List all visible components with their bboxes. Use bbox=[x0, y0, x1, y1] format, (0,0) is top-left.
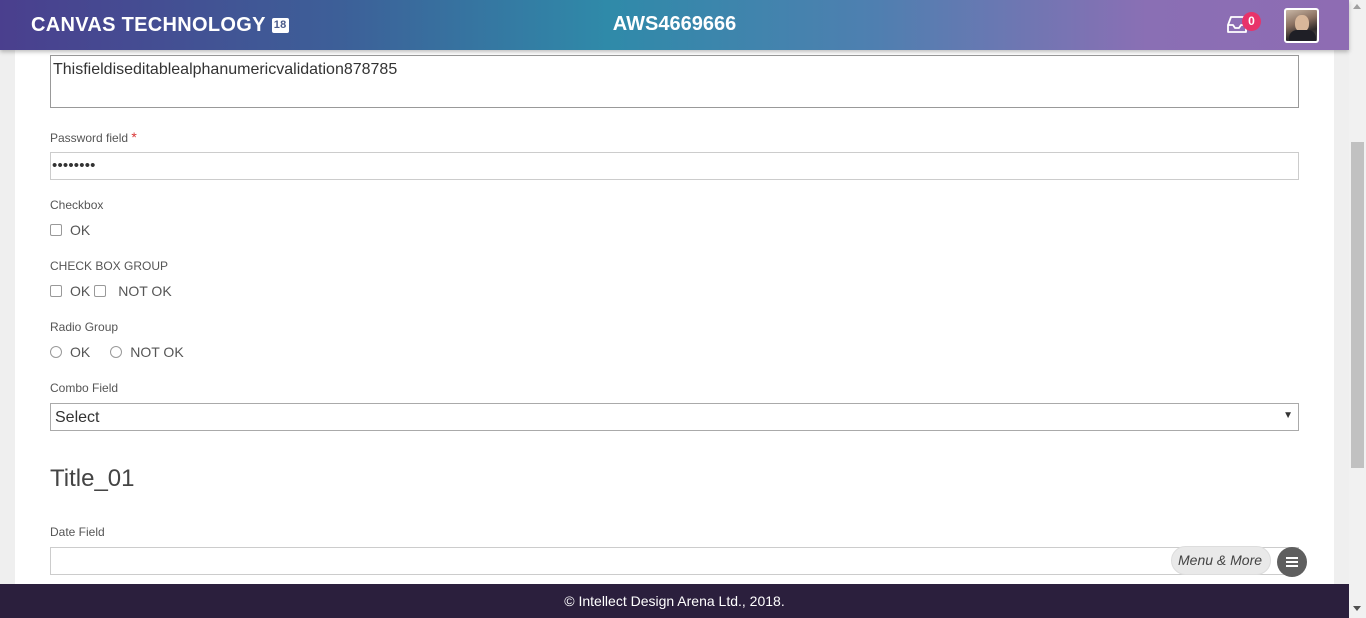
section-title: Title_01 bbox=[50, 465, 135, 492]
scrollbar-thumb[interactable] bbox=[1351, 142, 1364, 468]
checkbox-group-ok-label: OK bbox=[70, 283, 91, 299]
radio-group-label: Radio Group bbox=[50, 320, 119, 334]
combo-select[interactable]: Select ▼ bbox=[50, 403, 1299, 431]
checkbox-group-not-ok[interactable] bbox=[94, 285, 107, 297]
scroll-up-arrow-icon[interactable] bbox=[1353, 4, 1361, 9]
footer: © Intellect Design Arena Ltd., 2018. bbox=[0, 584, 1349, 618]
checkbox-ok[interactable] bbox=[50, 224, 62, 236]
app-id-title: AWS4669666 bbox=[612, 13, 737, 35]
scroll-down-arrow-icon[interactable] bbox=[1353, 606, 1361, 611]
password-label: Password field * bbox=[50, 129, 137, 145]
checkbox-label: Checkbox bbox=[50, 198, 104, 212]
checkbox-group-row: OK NOT OK bbox=[50, 283, 172, 299]
radio-ok-label: OK bbox=[70, 344, 91, 360]
radio-ok[interactable] bbox=[50, 346, 62, 358]
user-avatar[interactable] bbox=[1284, 8, 1319, 43]
date-input[interactable] bbox=[50, 547, 1299, 575]
password-label-text: Password field bbox=[50, 131, 129, 145]
date-field-label: Date Field bbox=[50, 525, 105, 539]
combo-selected-value: Select bbox=[55, 409, 100, 426]
copyright-text: © Intellect Design Arena Ltd., 2018. bbox=[564, 593, 785, 609]
radio-not-ok[interactable] bbox=[110, 346, 123, 358]
vertical-scrollbar[interactable] bbox=[1349, 0, 1366, 618]
password-input[interactable]: •••••••• bbox=[50, 152, 1299, 180]
checkbox-group-label: CHECK BOX GROUP bbox=[50, 259, 169, 273]
radio-not-ok-label: NOT OK bbox=[130, 344, 184, 360]
app-header: CANVAS TECHNOLOGY 18 AWS4669666 0 bbox=[0, 0, 1349, 50]
required-mark: * bbox=[131, 129, 137, 145]
dropdown-arrow-icon: ▼ bbox=[1283, 410, 1293, 421]
notification-count-badge[interactable]: 0 bbox=[1242, 12, 1261, 31]
menu-and-more-label[interactable]: Menu & More bbox=[1171, 546, 1271, 575]
alphanumeric-textarea[interactable]: Thisfieldiseditablealphanumericvalidatio… bbox=[50, 55, 1299, 108]
combo-label: Combo Field bbox=[50, 381, 119, 395]
checkbox-ok-label: OK bbox=[70, 222, 91, 238]
hamburger-icon[interactable] bbox=[1277, 547, 1307, 577]
checkbox-group-ok[interactable] bbox=[50, 285, 62, 297]
checkbox-group-not-ok-label: NOT OK bbox=[118, 283, 172, 299]
radio-group-row: OK NOT OK bbox=[50, 344, 184, 360]
checkbox-row: OK bbox=[50, 222, 90, 238]
